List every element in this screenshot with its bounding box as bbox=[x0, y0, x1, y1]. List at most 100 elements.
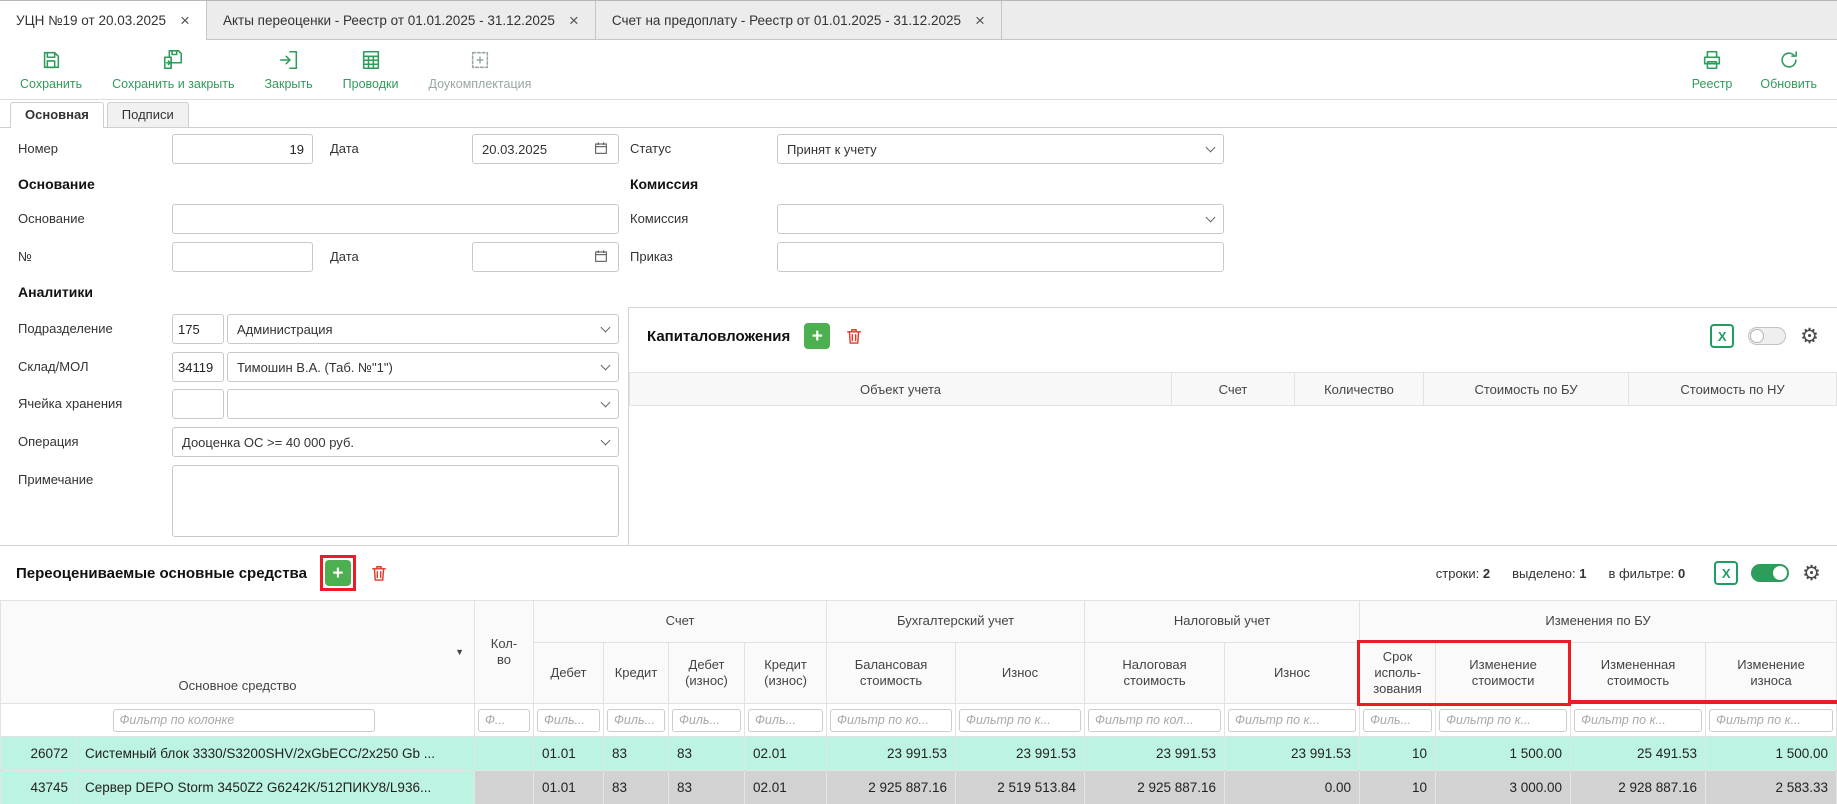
filter-tax-value-input[interactable] bbox=[1088, 709, 1221, 732]
assets-table: ▼ Основное средство Кол- во Счет Бухгалт… bbox=[0, 600, 1837, 804]
cell-credit-wear: 02.01 bbox=[745, 771, 827, 804]
assets-add-button[interactable]: + bbox=[325, 560, 351, 586]
basis-date-input[interactable] bbox=[472, 242, 619, 272]
col-debit[interactable]: Дебет bbox=[534, 643, 604, 704]
capital-excel-export-button[interactable]: X bbox=[1710, 324, 1734, 348]
capital-filter-toggle[interactable] bbox=[1748, 327, 1786, 345]
recompletion-icon bbox=[469, 49, 491, 74]
col-useful-life[interactable]: Срок исполь- зования bbox=[1360, 643, 1436, 704]
capital-col-cost-bu: Стоимость по БУ bbox=[1424, 373, 1629, 406]
col-tax-wear[interactable]: Износ bbox=[1225, 643, 1360, 704]
note-textarea[interactable] bbox=[172, 465, 619, 537]
commission-select[interactable] bbox=[777, 204, 1224, 234]
filter-tax-wear-input[interactable] bbox=[1228, 709, 1356, 732]
stat-selected: выделено: 1 bbox=[1512, 566, 1586, 581]
filter-qty-input[interactable] bbox=[478, 709, 530, 732]
assets-settings-gear-icon[interactable]: ⚙ bbox=[1802, 563, 1821, 584]
col-tax-value[interactable]: Налоговая стоимость bbox=[1085, 643, 1225, 704]
capital-delete-button[interactable] bbox=[844, 326, 864, 346]
cell-useful-life: 10 bbox=[1360, 737, 1436, 771]
sort-desc-icon[interactable]: ▼ bbox=[455, 647, 464, 658]
group-accounting: Бухгалтерский учет bbox=[827, 601, 1085, 643]
status-select[interactable]: Принят к учету bbox=[777, 134, 1224, 164]
registry-button[interactable]: Реестр bbox=[1692, 49, 1733, 91]
storage-cell-select[interactable] bbox=[227, 389, 619, 419]
operation-select[interactable]: Дооценка ОС >= 40 000 руб. bbox=[172, 427, 619, 457]
storage-cell-code-input[interactable] bbox=[172, 389, 224, 419]
filter-book-wear-input[interactable] bbox=[959, 709, 1081, 732]
warehouse-code-input[interactable] bbox=[172, 352, 224, 382]
filter-book-value-input[interactable] bbox=[830, 709, 952, 732]
date-input[interactable]: 20.03.2025 bbox=[472, 134, 619, 164]
col-credit-wear[interactable]: Кредит (износ) bbox=[745, 643, 827, 704]
capital-col-quantity: Количество bbox=[1295, 373, 1424, 406]
assets-filter-toggle[interactable] bbox=[1751, 564, 1789, 582]
close-icon[interactable]: × bbox=[975, 12, 985, 29]
col-changed-value[interactable]: Измененная стоимость bbox=[1571, 643, 1706, 704]
col-book-value[interactable]: Балансовая стоимость bbox=[827, 643, 956, 704]
doc-tab-label: Счет на предоплату - Реестр от 01.01.202… bbox=[612, 13, 961, 28]
warehouse-select[interactable]: Тимошин В.А. (Таб. №"1") bbox=[227, 352, 619, 382]
close-button[interactable]: Закрыть bbox=[265, 49, 313, 91]
table-row[interactable]: 43745 Сервер DEPO Storm 3450Z2 G6242K/51… bbox=[1, 771, 1837, 804]
doc-tab-prepayment-invoice[interactable]: Счет на предоплату - Реестр от 01.01.202… bbox=[596, 1, 1002, 39]
col-value-change[interactable]: Изменение стоимости bbox=[1436, 643, 1571, 704]
save-and-close-button[interactable]: Сохранить и закрыть bbox=[112, 49, 234, 91]
postings-grid-icon bbox=[360, 49, 382, 74]
assets-excel-export-button[interactable]: X bbox=[1714, 561, 1738, 585]
col-credit[interactable]: Кредит bbox=[604, 643, 669, 704]
number-input[interactable] bbox=[172, 134, 313, 164]
save-button[interactable]: Сохранить bbox=[20, 49, 82, 91]
doc-tab-revaluation-acts[interactable]: Акты переоценки - Реестр от 01.01.2025 -… bbox=[207, 1, 596, 39]
capital-settings-gear-icon[interactable]: ⚙ bbox=[1800, 326, 1819, 347]
refresh-button[interactable]: Обновить bbox=[1760, 49, 1817, 91]
col-qty[interactable]: Кол- во bbox=[475, 601, 534, 704]
capital-add-button[interactable]: + bbox=[804, 323, 830, 349]
postings-button[interactable]: Проводки bbox=[343, 49, 399, 91]
filter-credit-wear-input[interactable] bbox=[748, 709, 823, 732]
save-icon bbox=[40, 49, 62, 74]
department-label: Подразделение bbox=[18, 314, 113, 344]
filter-value-change-input[interactable] bbox=[1439, 709, 1567, 732]
col-debit-wear[interactable]: Дебет (износ) bbox=[669, 643, 745, 704]
filter-debit-input[interactable] bbox=[537, 709, 600, 732]
cell-tax-value: 23 991.53 bbox=[1085, 737, 1225, 771]
filter-useful-life-input[interactable] bbox=[1363, 709, 1432, 732]
col-asset-header[interactable]: ▼ Основное средство bbox=[1, 601, 475, 704]
cell-debit: 01.01 bbox=[534, 771, 604, 804]
tab-main[interactable]: Основная bbox=[10, 102, 104, 127]
order-input[interactable] bbox=[777, 242, 1224, 272]
cell-tax-wear: 23 991.53 bbox=[1225, 737, 1360, 771]
calendar-icon[interactable] bbox=[593, 140, 609, 159]
form-tab-bar: Основная Подписи bbox=[0, 100, 1837, 128]
tab-signatures[interactable]: Подписи bbox=[107, 102, 189, 127]
refresh-label: Обновить bbox=[1760, 77, 1817, 91]
department-select[interactable]: Администрация bbox=[227, 314, 619, 344]
calendar-icon[interactable] bbox=[593, 248, 609, 267]
cell-qty bbox=[475, 771, 534, 804]
assets-table-area: ▼ Основное средство Кол- во Счет Бухгалт… bbox=[0, 600, 1837, 804]
basis-number-input[interactable] bbox=[172, 242, 313, 272]
filter-changed-value-input[interactable] bbox=[1574, 709, 1702, 732]
department-code-input[interactable] bbox=[172, 314, 224, 344]
filter-credit-input[interactable] bbox=[607, 709, 665, 732]
cell-name: Сервер DEPO Storm 3450Z2 G6242K/512ПИКУ8… bbox=[77, 771, 475, 804]
close-icon[interactable]: × bbox=[180, 12, 190, 29]
col-book-wear[interactable]: Износ bbox=[956, 643, 1085, 704]
doc-tab-ucn[interactable]: УЦН №19 от 20.03.2025 × bbox=[0, 1, 207, 39]
filter-asset-input[interactable] bbox=[113, 709, 375, 732]
door-exit-icon bbox=[278, 49, 300, 74]
table-row[interactable]: 26072 Системный блок 3330/S3200SHV/2xGbE… bbox=[1, 737, 1837, 771]
basis-input[interactable] bbox=[172, 204, 619, 234]
operation-value: Дооценка ОС >= 40 000 руб. bbox=[182, 435, 596, 450]
order-label: Приказ bbox=[630, 242, 673, 272]
col-wear-change[interactable]: Изменение износа bbox=[1706, 643, 1837, 704]
filter-wear-change-input[interactable] bbox=[1709, 709, 1833, 732]
close-icon[interactable]: × bbox=[569, 12, 579, 29]
assets-delete-button[interactable] bbox=[369, 563, 389, 583]
filter-debit-wear-input[interactable] bbox=[672, 709, 741, 732]
chevron-down-icon bbox=[601, 397, 611, 407]
cell-wear-change: 1 500.00 bbox=[1706, 737, 1837, 771]
capital-col-object: Объект учета bbox=[630, 373, 1172, 406]
storage-cell-label: Ячейка хранения bbox=[18, 389, 122, 419]
